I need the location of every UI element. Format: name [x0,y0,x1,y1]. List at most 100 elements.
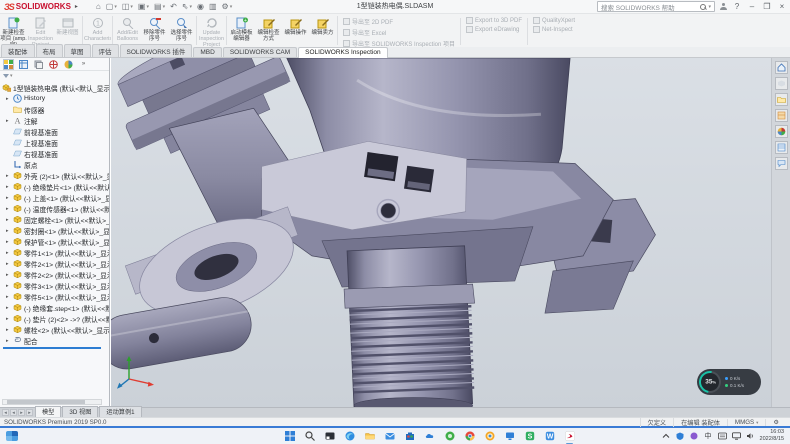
tree-item[interactable]: ▸密封圈<1> (默认<<默认>_显示状 [0,225,109,236]
taskbar-browser-icon[interactable] [484,431,495,442]
tray-clock[interactable]: 16:032022/8/15 [760,429,788,442]
featuremanager-tab[interactable] [3,59,14,70]
expand-arrow-icon[interactable]: ▸ [6,338,11,344]
bottom-tab-模型[interactable]: 模型 [35,406,61,417]
tab-solidworks-inspection[interactable]: SOLIDWORKS Inspection [298,47,388,58]
custom-properties-icon[interactable] [775,141,788,154]
tab-scroll-first-icon[interactable]: ◂ [2,409,9,416]
tree-filter[interactable]: ▾ [0,71,109,81]
new-inspection-project-button[interactable]: 新建检查项目 (amp.向) [0,14,27,47]
tree-item[interactable]: 右视基准面 [0,148,109,159]
tree-item[interactable]: 原点 [0,159,109,170]
appearances-scenes-icon[interactable] [775,125,788,138]
expand-arrow-icon[interactable]: ▸ [6,250,11,256]
panel-hscrollbar[interactable] [2,399,102,405]
expand-arrow-icon[interactable]: ▸ [6,118,11,124]
taskbar-onedrive-icon[interactable] [424,431,435,442]
login-icon[interactable] [720,3,727,10]
tree-item[interactable]: 前视基准面 [0,126,109,137]
taskbar-solidworks-icon[interactable] [564,431,575,442]
tab-草图[interactable]: 草图 [64,44,91,57]
tab-solidworks-插件[interactable]: SOLIDWORKS 插件 [120,44,193,57]
expand-arrow-icon[interactable]: ▸ [6,261,11,267]
rebuild-icon[interactable]: ◉ [197,2,204,11]
filter-funnel-icon[interactable] [3,74,9,78]
export-menu-item[interactable]: 导出至 Excel [343,28,455,37]
overflow-tab[interactable]: » [78,59,89,70]
select-icon[interactable]: ⇖▾ [182,2,192,11]
tree-item[interactable]: ▸(-) 绝缘套.step<1> (默认<<默认> [0,302,109,313]
edit-operations-button[interactable]: 编辑操作 [282,14,309,47]
tree-item[interactable]: ▸零件5<1> (默认<<默认>_显示状态 [0,291,109,302]
taskbar-store-icon[interactable] [404,431,415,442]
add-characteristic-button[interactable]: 1Add Characteristic [84,14,111,47]
tree-item[interactable]: ▸(-) 绝缘垫片<1> (默认<<默认>_显 [0,181,109,192]
help-button[interactable]: ? [732,2,742,11]
restore-button[interactable]: ❐ [762,2,772,11]
add-edit-balloons-button[interactable]: Add/Edit Balloons [114,14,141,47]
tree-item[interactable]: ▸外壳 (2)<1> (默认<<默认>_显示状 [0,170,109,181]
expand-arrow-icon[interactable]: ▸ [6,206,11,212]
taskbar-start-icon[interactable] [284,431,295,442]
performance-widget[interactable]: 35% 0 K/s 0.1 K/s [697,369,761,395]
tree-item[interactable]: ▸配合 [0,335,109,346]
tab-mbd[interactable]: MBD [193,47,221,57]
tree-item[interactable]: ▸螺栓<2> (默认<<默认>_显示状态 [0,324,109,335]
bottom-tab-运动算例1[interactable]: 运动算例1 [99,406,141,417]
taskbar-app-s-icon[interactable]: S [524,431,535,442]
bottom-tab-3D视图[interactable]: 3D 视图 [62,406,98,417]
propertymanager-tab[interactable] [18,59,29,70]
design-library-icon[interactable] [775,77,788,90]
tree-item[interactable]: 传感器 [0,104,109,115]
expand-arrow-icon[interactable]: ▸ [6,305,11,311]
open-icon[interactable]: ◫▾ [122,2,133,11]
tab-scroll-prev-icon[interactable]: ◂ [10,409,17,416]
tree-item[interactable]: ▸(-) 垫片 (2)<2> ->? (默认<<默认 [0,313,109,324]
taskbar-chrome-icon[interactable] [464,431,475,442]
graphics-viewport[interactable]: 35% 0 K/s 0.1 K/s [111,58,771,407]
expand-arrow-icon[interactable]: ▸ [6,239,11,245]
tab-solidworks-cam[interactable]: SOLIDWORKS CAM [223,47,297,57]
tree-item[interactable]: ▸固定螺栓<1> (默认<<默认>_显示 [0,214,109,225]
expand-arrow-icon[interactable]: ▸ [6,217,11,223]
undo-icon[interactable]: ↶ [170,2,177,11]
search-icon[interactable] [700,4,706,10]
launch-template-editor-button[interactable]: +启动模板编辑器 [228,14,255,47]
tree-item[interactable]: ▸保护管<1> (默认<<默认>_显示状 [0,236,109,247]
expand-arrow-icon[interactable]: ▸ [6,272,11,278]
tray-chevron-icon[interactable] [662,432,671,441]
edit-inspection-project-button[interactable]: Edit Inspection Project [27,14,54,47]
export-menu-item[interactable]: Export eDrawing [466,26,522,33]
taskbar-wps-icon[interactable]: W [544,431,555,442]
widgets-icon[interactable] [6,431,18,441]
edit-vendors-button[interactable]: 编辑卖方 [309,14,336,47]
tree-item[interactable]: ▸零件2<2> (默认<<默认>_显示状态 [0,269,109,280]
print-icon[interactable]: ▤▾ [154,2,165,11]
search-caret-icon[interactable]: ▾ [708,4,711,10]
filter-caret-icon[interactable]: ▾ [10,73,13,79]
expand-arrow-icon[interactable]: ▸ [6,173,11,179]
tree-item[interactable]: ▸零件3<1> (默认<<默认>_显示状态 [0,280,109,291]
keyboard-layout-icon[interactable] [718,432,727,441]
export-menu-item[interactable]: QualityXpert [533,17,575,24]
file-explorer-icon[interactable] [775,93,788,106]
display-settings-icon[interactable]: ▥ [209,2,217,11]
status-options-icon[interactable]: ⚙ [765,419,786,426]
logo-expand-icon[interactable]: ▸ [75,3,78,10]
tree-item[interactable]: ▸零件1<1> (默认<<默认>_显示状态 [0,247,109,258]
options-icon[interactable]: ⚙▾ [222,2,233,11]
tray-security-icon[interactable] [676,432,685,441]
export-menu-item[interactable]: Export to 3D PDF [466,17,522,24]
taskbar-file-explorer-icon[interactable] [364,431,375,442]
taskbar-search-icon[interactable] [304,431,315,442]
configurationmanager-tab[interactable] [33,59,44,70]
export-menu-item[interactable]: Net-Inspect [533,26,575,33]
panel-hscrollbar-thumb[interactable] [7,400,85,404]
remove-balloons-button[interactable]: 移除零件序号 [141,14,168,47]
taskbar-mail-icon[interactable] [384,431,395,442]
minimize-button[interactable]: – [747,2,757,11]
select-balloons-button[interactable]: 选择零件序号 [168,14,195,47]
expand-arrow-icon[interactable]: ▸ [6,184,11,190]
new-inspection-view-button[interactable]: 新建视图 [54,14,81,47]
close-button[interactable]: × [777,2,787,11]
